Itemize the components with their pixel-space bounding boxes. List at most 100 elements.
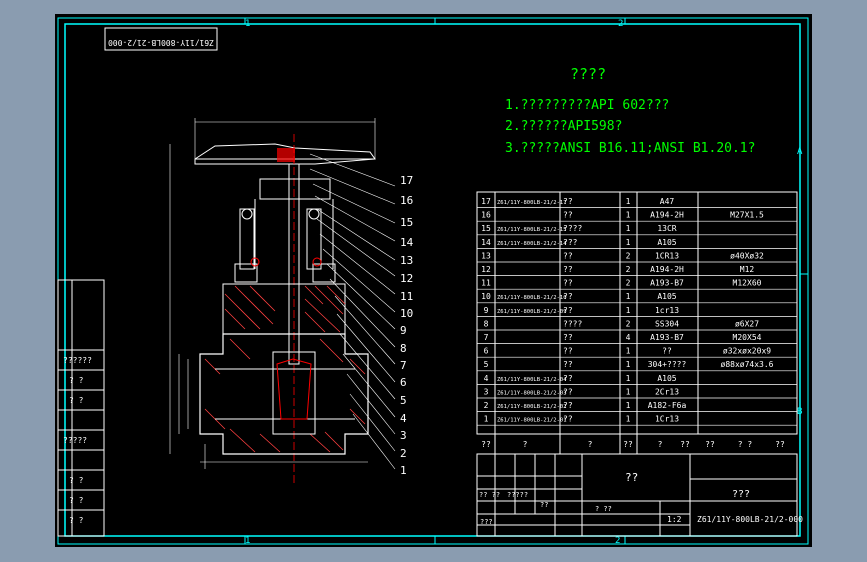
left-panel-label: ? ? bbox=[69, 516, 84, 525]
scale: 1:2 bbox=[667, 515, 682, 524]
bom-cell-no: 12 bbox=[481, 265, 491, 274]
balloon-12: 12 bbox=[400, 272, 413, 285]
bom-cell-code: Z61/11Y-800LB-21/2-10 bbox=[497, 295, 567, 301]
bom-header-cell: ? bbox=[658, 440, 663, 449]
zone-label-right-b: B bbox=[797, 407, 802, 417]
bom-cell-qty: 1 bbox=[626, 347, 631, 356]
balloon-10: 10 bbox=[400, 307, 413, 320]
balloon-11: 11 bbox=[400, 290, 413, 303]
drawing-canvas[interactable]: 1 2 1 2 A B Z61/11Y-800LB-21/2-000 ?????… bbox=[55, 14, 812, 547]
bom-cell-no: 3 bbox=[484, 387, 489, 396]
bom-cell-name: ?? bbox=[563, 374, 573, 383]
left-panel-label: ? ? bbox=[69, 496, 84, 505]
bom-cell-name: ?? bbox=[563, 197, 573, 206]
zone-label-top-2: 2 bbox=[618, 19, 623, 29]
bom-header-cell: ? bbox=[588, 440, 593, 449]
bom-cell-qty: 2 bbox=[626, 265, 631, 274]
bom-cell-qty: 1 bbox=[626, 374, 631, 383]
bom-cell-qty: 1 bbox=[626, 211, 631, 220]
left-panel-label: ????? bbox=[63, 436, 87, 445]
bom-cell-qty: 2 bbox=[626, 279, 631, 288]
bom-cell-mat: A194-2H bbox=[650, 211, 684, 220]
bom-header-cell: ? bbox=[523, 440, 528, 449]
bom-cell-name: ?? bbox=[563, 347, 573, 356]
balloon-13: 13 bbox=[400, 254, 413, 267]
title-block-label: ??? bbox=[480, 518, 493, 526]
balloon-numbers: 17 16 15 14 13 12 11 10 9 8 7 6 5 4 3 2 … bbox=[400, 174, 414, 477]
bom-cell-mat: 2Cr13 bbox=[655, 387, 679, 396]
balloon-4: 4 bbox=[400, 412, 407, 425]
left-panel-label: ? ? bbox=[69, 376, 84, 385]
bom-cell-mat: SS304 bbox=[655, 319, 679, 328]
left-panel-label: ? ? bbox=[69, 476, 84, 485]
bom-cell-qty: 1 bbox=[626, 401, 631, 410]
balloon-16: 16 bbox=[400, 194, 413, 207]
bom-cell-qty: 4 bbox=[626, 333, 631, 342]
bom-cell-name: ?? bbox=[563, 306, 573, 315]
bom-cell-no: 1 bbox=[484, 415, 489, 424]
title-block-label: ????? bbox=[507, 491, 528, 499]
bom-cell-mat: 13CR bbox=[657, 224, 676, 233]
bom-cell-qty: 1 bbox=[626, 387, 631, 396]
bom-cell-name: ?? bbox=[563, 415, 573, 424]
bom-cell-code: Z61/11Y-800LB-21/2-15 bbox=[497, 227, 567, 233]
tech-notes-title: ???? bbox=[570, 65, 606, 83]
bom-cell-code: Z61/11Y-800LB-21/2-14 bbox=[497, 241, 567, 247]
tech-note-1: 1.?????????API 602??? bbox=[505, 98, 669, 113]
balloon-2: 2 bbox=[400, 447, 407, 460]
bom-cell-mat: 1CR13 bbox=[655, 251, 679, 260]
bom-cell-qty: 1 bbox=[626, 306, 631, 315]
zone-label-right-a: A bbox=[797, 147, 803, 157]
tech-note-3: 3.?????ANSI B16.11;ANSI B1.20.1? bbox=[505, 141, 755, 156]
zone-label-bottom-1: 1 bbox=[245, 536, 250, 546]
drawing-number: Z61/11Y-800LB-21/2-000 bbox=[697, 515, 803, 524]
bom-cell-code: Z61/11Y-800LB-21/2-02 bbox=[497, 404, 567, 410]
bom-cell-name: ??? bbox=[563, 238, 578, 247]
bom-cell-mat: A182-F6a bbox=[648, 401, 687, 410]
bom-cell-code: Z61/11Y-800LB-21/2-03 bbox=[497, 390, 567, 396]
bom-cell-mat: A47 bbox=[660, 197, 675, 206]
bom-cell-no: 13 bbox=[481, 251, 491, 260]
bom-cell-qty: 1 bbox=[626, 360, 631, 369]
bom-cell-no: 7 bbox=[484, 333, 489, 342]
bom-cell-name: ?? bbox=[563, 292, 573, 301]
balloon-7: 7 bbox=[400, 359, 407, 372]
bom-header-cell: ?? bbox=[775, 440, 785, 449]
balloon-15: 15 bbox=[400, 216, 413, 229]
bom-cell-no: 16 bbox=[481, 211, 491, 220]
balloon-leaders bbox=[309, 153, 396, 470]
bom-cell-no: 11 bbox=[481, 279, 491, 288]
balloon-14: 14 bbox=[400, 236, 414, 249]
bom-cell-mat: ?? bbox=[662, 347, 672, 356]
bom-cell-note: M12X60 bbox=[733, 279, 762, 288]
bom-cell-code: Z61/11Y-800LB-21/2-01 bbox=[497, 418, 567, 424]
bom-cell-name: ?? bbox=[563, 360, 573, 369]
bom-cell-name: ?? bbox=[563, 279, 573, 288]
bom-cell-name: ?? bbox=[563, 387, 573, 396]
part-name: ?? bbox=[625, 471, 638, 484]
bom-cell-no: 4 bbox=[484, 374, 489, 383]
bom-cell-mat: A193-B7 bbox=[650, 333, 684, 342]
bom-cell-code: Z61/11Y-800LB-21/2-17 bbox=[497, 200, 567, 206]
bom-cell-name: ?? bbox=[563, 333, 573, 342]
bom-cell-note: ø6X27 bbox=[735, 319, 759, 328]
title-block-label: ? ?? bbox=[595, 505, 612, 513]
bom-cell-mat: A194-2H bbox=[650, 265, 684, 274]
balloon-5: 5 bbox=[400, 394, 407, 407]
bom-cell-no: 14 bbox=[481, 238, 491, 247]
bom-cell-qty: 2 bbox=[626, 319, 631, 328]
bom-cell-note: ø40Xø32 bbox=[730, 251, 764, 260]
company-name: ??? bbox=[732, 489, 750, 500]
bom-cell-no: 2 bbox=[484, 401, 489, 410]
bom-cell-note: M12 bbox=[740, 265, 755, 274]
bom-cell-name: ???? bbox=[563, 319, 582, 328]
bom-cell-note: M20X54 bbox=[733, 333, 762, 342]
bom-cell-mat: 1cr13 bbox=[655, 306, 679, 315]
bom-cell-code: Z61/11Y-800LB-21/2-09 bbox=[497, 309, 567, 315]
tech-note-2: 2.??????API598? bbox=[505, 119, 622, 134]
bom-cell-no: 6 bbox=[484, 347, 489, 356]
bom-cell-qty: 1 bbox=[626, 224, 631, 233]
bom-cell-name: ?? bbox=[563, 265, 573, 274]
bom-cell-qty: 1 bbox=[626, 292, 631, 301]
bom-cell-mat: A105 bbox=[657, 292, 676, 301]
